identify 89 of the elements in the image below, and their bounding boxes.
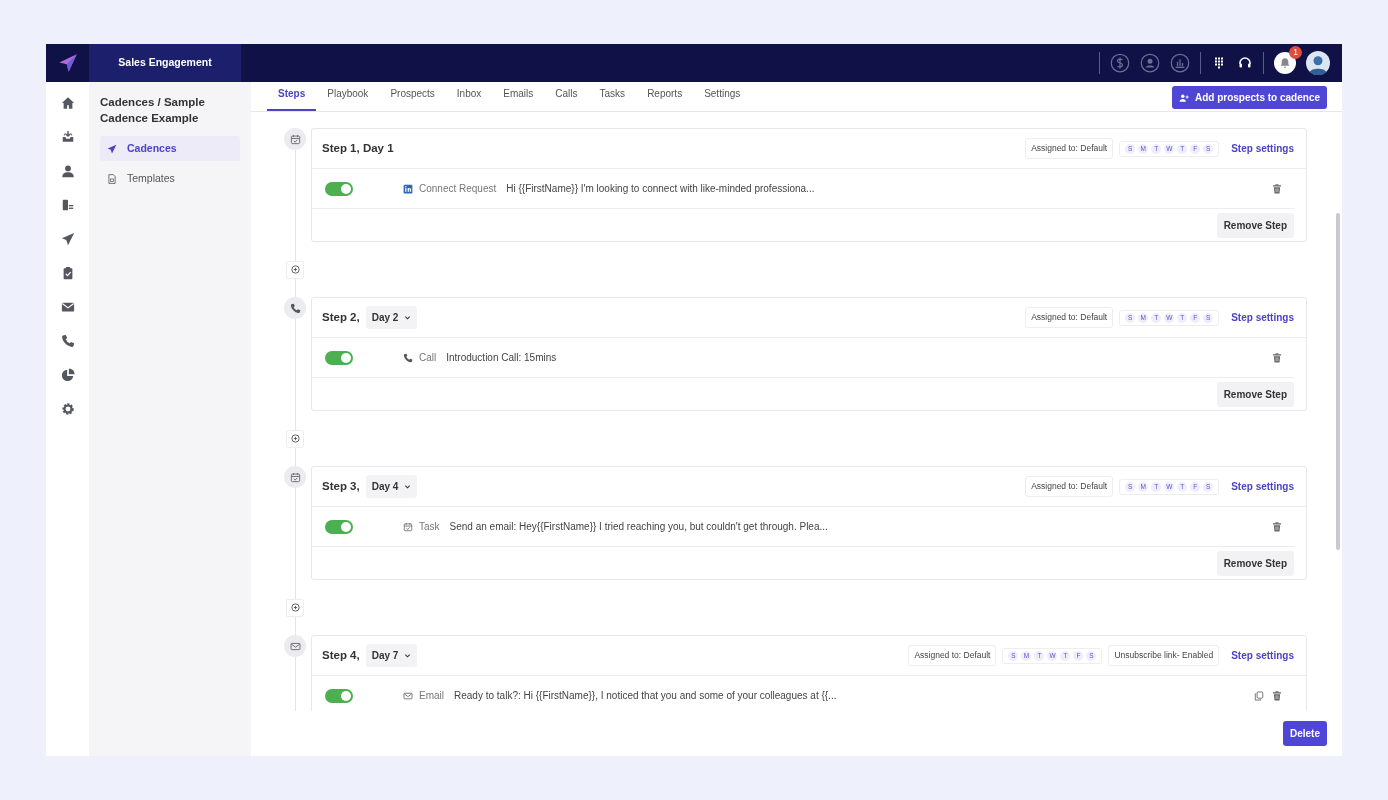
send-icon xyxy=(107,143,117,154)
tab[interactable]: Reports xyxy=(636,86,694,111)
mail-icon[interactable] xyxy=(60,300,75,314)
tab[interactable]: Calls xyxy=(544,86,589,111)
notifications-button[interactable] xyxy=(1274,52,1296,74)
toggle-switch[interactable] xyxy=(325,519,353,534)
assignee-tag: Assigned to: Default xyxy=(1025,138,1114,159)
logo-icon[interactable] xyxy=(57,53,78,73)
settings-icon[interactable] xyxy=(60,402,75,416)
headset-icon[interactable] xyxy=(1237,55,1253,71)
step-settings-link[interactable]: Step settings xyxy=(1231,141,1294,156)
step-settings-link[interactable]: Step settings xyxy=(1231,479,1294,494)
remove-step-button[interactable]: Remove Step xyxy=(1216,550,1294,576)
building-icon[interactable] xyxy=(60,198,75,212)
plus-circle-icon xyxy=(290,434,300,443)
phone-icon[interactable] xyxy=(60,334,75,348)
toggle-switch[interactable] xyxy=(325,181,353,196)
step-preview: Send an email: Hey{{FirstName}} I tried reaching you, but couldn't get through. Plea... xyxy=(449,520,828,534)
assignee-tag: Assigned to: Default xyxy=(908,645,997,666)
sidebar-item[interactable]: Templates xyxy=(100,166,240,191)
trash-icon[interactable] xyxy=(1272,183,1282,194)
send-icon[interactable] xyxy=(60,232,75,246)
step-type-label: Call xyxy=(419,351,437,365)
step-preview: Ready to talk?: Hi {{FirstName}}, I noticed that you and some of your colleagues at {{... xyxy=(454,689,837,703)
caret-icon xyxy=(404,652,412,659)
mail-icon xyxy=(289,640,301,652)
pie-chart-icon[interactable] xyxy=(60,368,75,382)
day-dropdown[interactable]: Day 2 xyxy=(365,306,418,329)
step-settings-link[interactable]: Step settings xyxy=(1231,310,1294,325)
calendar-check-icon xyxy=(289,133,301,145)
remove-step-button[interactable]: Remove Step xyxy=(1216,212,1294,238)
caret-icon xyxy=(404,483,412,490)
toggle-switch[interactable] xyxy=(325,688,353,703)
add-step-button[interactable] xyxy=(286,598,304,617)
tab[interactable]: Settings xyxy=(693,86,752,111)
step-title: Step 4, xyxy=(322,647,360,663)
trash-icon[interactable] xyxy=(1272,690,1282,701)
add-prospects-button[interactable]: Add prospects to cadence xyxy=(1171,86,1327,109)
caret-icon xyxy=(404,314,412,321)
plus-circle-icon xyxy=(290,603,300,612)
home-icon[interactable] xyxy=(60,96,75,110)
add-user-icon xyxy=(1178,92,1189,103)
phone-icon xyxy=(289,302,301,314)
step-settings-link[interactable]: Step settings xyxy=(1231,648,1294,663)
tab[interactable]: Inbox xyxy=(445,86,493,111)
chart-circle-icon[interactable] xyxy=(1170,53,1190,73)
inbox-icon[interactable] xyxy=(60,130,75,144)
user-icon[interactable] xyxy=(60,164,75,178)
notification-badge: 1 xyxy=(1289,46,1302,59)
trash-icon[interactable] xyxy=(1272,352,1282,363)
step-type-label: Connect Request xyxy=(419,182,497,196)
tab[interactable]: Prospects xyxy=(379,86,446,111)
avatar[interactable] xyxy=(1306,51,1330,75)
step-preview: Hi {{FirstName}} I'm looking to connect with like-minded professiona... xyxy=(506,182,815,196)
document-icon xyxy=(107,173,117,184)
step-title: Step 1, Day 1 xyxy=(322,140,394,156)
scrollbar[interactable] xyxy=(1336,213,1340,550)
tab[interactable]: Emails xyxy=(492,86,545,111)
assignee-tag: Assigned to: Default xyxy=(1025,307,1114,328)
user-circle-icon[interactable] xyxy=(1140,53,1160,73)
delete-button[interactable]: Delete xyxy=(1283,721,1327,746)
phone-icon xyxy=(403,352,413,363)
step-title: Step 3, xyxy=(322,478,360,494)
tab[interactable]: Playbook xyxy=(316,86,380,111)
step-preview: Introduction Call: 15mins xyxy=(446,351,557,365)
tab[interactable]: Tasks xyxy=(588,86,637,111)
day-dropdown[interactable]: Day 4 xyxy=(365,475,418,498)
step-title: Step 2, xyxy=(322,309,360,325)
add-step-button[interactable] xyxy=(286,260,304,279)
step-type-label: Email xyxy=(419,689,444,703)
breadcrumb: Cadences / Sample Cadence Example xyxy=(100,95,206,126)
calendar-check-icon xyxy=(289,471,301,483)
day-dropdown[interactable]: Day 7 xyxy=(365,644,418,667)
trash-icon[interactable] xyxy=(1272,521,1282,532)
unsubscribe-tag: Unsubscribe link- Enabled xyxy=(1108,645,1220,666)
dollar-icon[interactable] xyxy=(1110,53,1130,73)
add-step-button[interactable] xyxy=(286,429,304,448)
app-title: Sales Engagement xyxy=(89,44,241,82)
step-type-label: Task xyxy=(419,520,440,534)
calendar-check-icon xyxy=(403,521,413,532)
sidebar-item[interactable]: Cadences xyxy=(100,136,240,161)
mail-icon xyxy=(403,690,413,701)
plus-circle-icon xyxy=(290,265,300,274)
copy-icon[interactable] xyxy=(1254,690,1264,701)
assignee-tag: Assigned to: Default xyxy=(1025,476,1114,497)
bell-icon xyxy=(1279,57,1291,69)
remove-step-button[interactable]: Remove Step xyxy=(1216,381,1294,407)
toggle-switch[interactable] xyxy=(325,350,353,365)
linkedin-icon xyxy=(403,183,413,194)
